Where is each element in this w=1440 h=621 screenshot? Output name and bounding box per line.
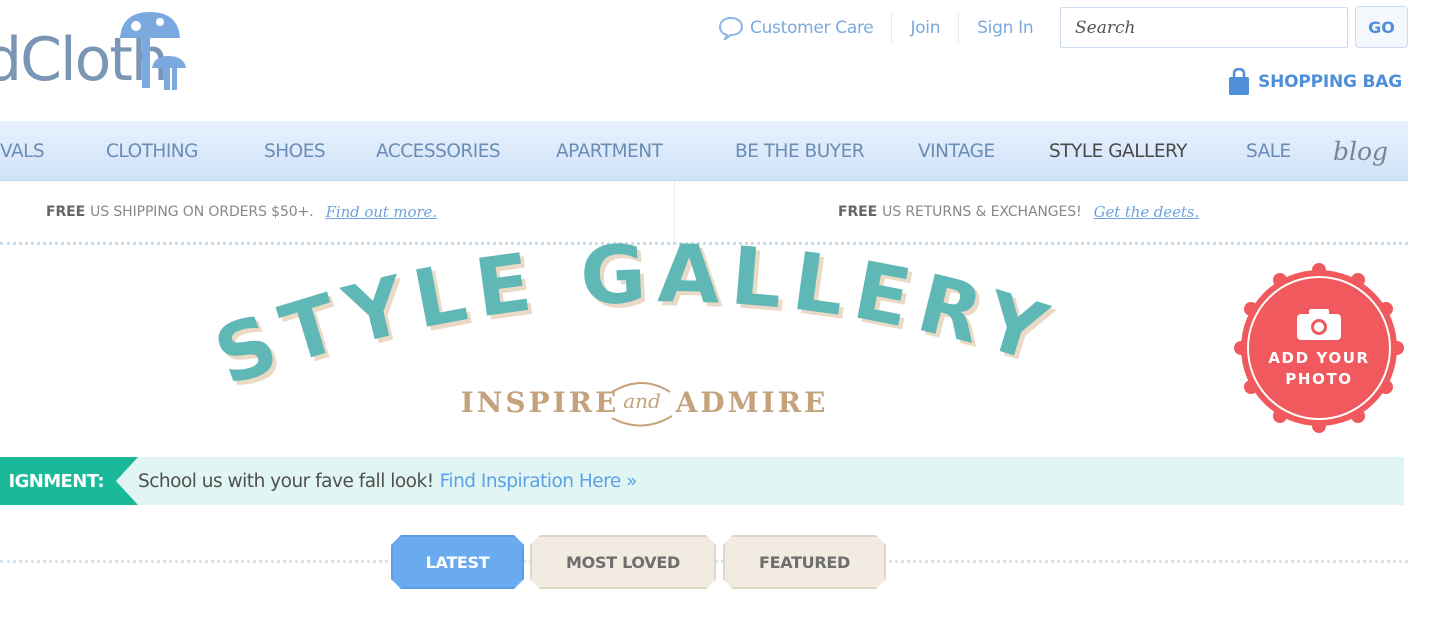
shipping-free-label: FREE <box>46 204 86 220</box>
mushroom-icon <box>120 12 186 90</box>
speech-bubble-icon <box>718 16 744 40</box>
assignment-content: School us with your fave fall look! Find… <box>138 457 637 505</box>
nav-item-apartment[interactable]: APARTMENT <box>556 121 663 181</box>
nav-item-arrivals[interactable]: VALS <box>0 121 45 181</box>
tab-latest[interactable]: LATEST <box>391 535 524 589</box>
customer-care-label: Customer Care <box>750 18 874 38</box>
hero-subtitle-admire: ADMIRE <box>675 386 829 419</box>
add-your-photo-button[interactable]: ADD YOUR PHOTO <box>1233 262 1405 434</box>
hero-title: STYLE GALLERY <box>203 227 1055 404</box>
nav-item-shoes[interactable]: SHOES <box>264 121 326 181</box>
main-nav: VALS CLOTHING SHOES ACCESSORIES APARTMEN… <box>0 121 1408 181</box>
shipping-promo: FREE US SHIPPING ON ORDERS $50+. Find ou… <box>46 181 437 243</box>
assignment-tag: IGNMENT: <box>0 457 138 505</box>
hero-title-graphic: STYLE GALLERY STYLE GALLERY INSPIRE and … <box>203 227 1060 427</box>
svg-text:STYLE GALLERY: STYLE GALLERY <box>203 227 1065 404</box>
nav-item-sale[interactable]: SALE <box>1246 121 1291 181</box>
returns-free-label: FREE <box>838 204 878 220</box>
badge-inner-ring: ADD YOUR PHOTO <box>1247 276 1391 420</box>
join-link[interactable]: Join <box>892 13 958 43</box>
find-inspiration-link[interactable]: Find Inspiration Here » <box>440 471 638 492</box>
search-input[interactable] <box>1060 7 1348 48</box>
returns-promo: FREE US RETURNS & EXCHANGES! Get the dee… <box>838 181 1199 243</box>
hero-subtitle-and: and <box>623 389 661 413</box>
search-go-button[interactable]: GO <box>1355 6 1408 48</box>
nav-item-style-gallery[interactable]: STYLE GALLERY <box>1049 121 1188 181</box>
site-logo[interactable]: dCloth <box>0 8 202 100</box>
shopping-bag-icon <box>1229 68 1250 95</box>
shopping-bag-label: SHOPPING BAG <box>1258 72 1402 92</box>
shipping-text: US SHIPPING ON ORDERS $50+. <box>90 204 314 220</box>
nav-item-clothing[interactable]: CLOTHING <box>106 121 198 181</box>
nav-item-be-the-buyer[interactable]: BE THE BUYER <box>735 121 865 181</box>
returns-deets-link[interactable]: Get the deets. <box>1094 203 1200 221</box>
nav-item-blog[interactable]: blog <box>1333 121 1388 181</box>
camera-icon <box>1297 309 1341 340</box>
returns-text: US RETURNS & EXCHANGES! <box>882 204 1082 220</box>
tab-most-loved[interactable]: MOST LOVED <box>530 535 716 589</box>
add-photo-label: ADD YOUR PHOTO <box>1268 349 1370 388</box>
nav-item-vintage[interactable]: VINTAGE <box>918 121 995 181</box>
hero-subtitle-inspire: INSPIRE <box>461 386 620 419</box>
tab-featured[interactable]: FEATURED <box>723 535 886 589</box>
assignment-bar: IGNMENT: School us with your fave fall l… <box>0 457 1404 505</box>
nav-item-accessories[interactable]: ACCESSORIES <box>376 121 501 181</box>
assignment-text: School us with your fave fall look! <box>138 470 434 492</box>
shipping-find-out-link[interactable]: Find out more. <box>326 203 438 221</box>
customer-care-link[interactable]: Customer Care <box>700 13 891 43</box>
sign-in-link[interactable]: Sign In <box>959 13 1051 43</box>
style-gallery-hero: STYLE GALLERY STYLE GALLERY INSPIRE and … <box>203 227 1060 442</box>
shopping-bag-link[interactable]: SHOPPING BAG <box>1228 68 1402 96</box>
utility-nav: Customer Care Join Sign In <box>700 10 1051 46</box>
